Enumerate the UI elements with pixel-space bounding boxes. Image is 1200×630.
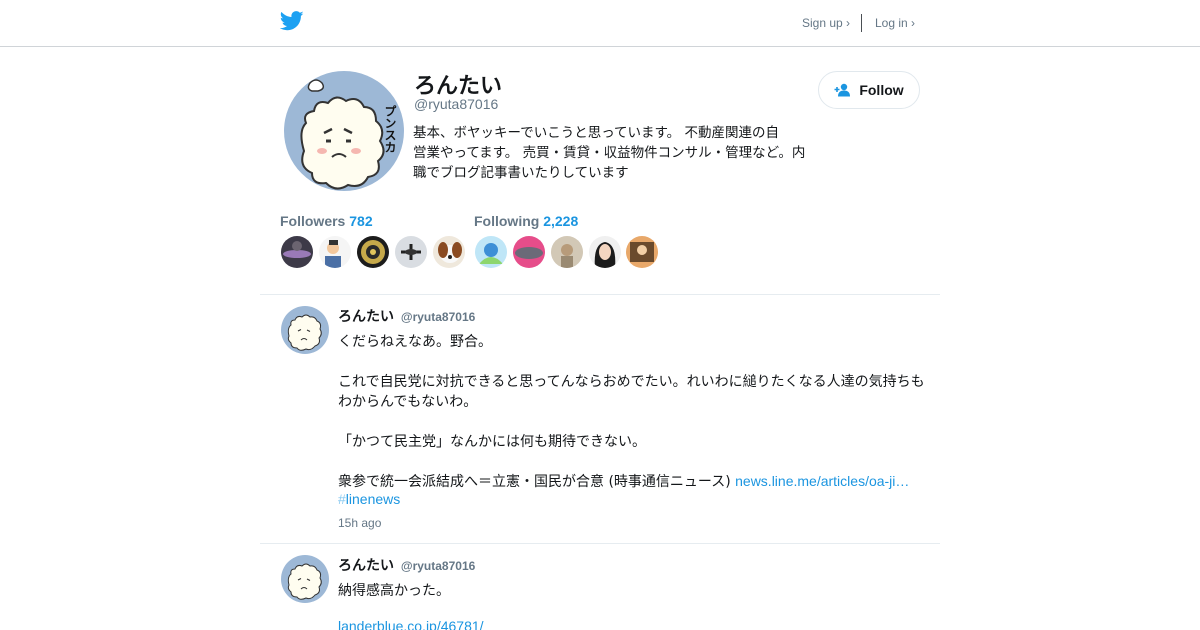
tweet-author-avatar[interactable] [281,306,329,354]
tweet-text-segment: 衆参で統一会派結成へ＝立憲・国民が合意 (時事通信ニュース) [338,474,736,490]
tweet-text-line: わからんでもないわ。 [338,394,478,410]
profile-bio: 基本、ボヤッキーでいこうと思っています。 不動産関連の自 営業やってます。 売買… [413,123,833,183]
following-avatar[interactable] [626,236,658,268]
following-avatar[interactable] [551,236,583,268]
tweet-link-line: landerblue.co.jp/46781/ [338,618,484,630]
hashtag-text: linenews [345,491,401,507]
bio-line: 営業やってます。 売買・賃貸・収益物件コンサル・管理など。内 [413,145,806,161]
follower-avatar[interactable] [357,236,389,268]
tweet-text-line: 「かつて民主党」なんかには何も期待できない。 [338,434,646,450]
tweet-hashtag-line: #linenews [338,491,400,508]
follower-avatar[interactable] [395,236,427,268]
tweet-text-line: これで自民党に対抗できると思ってんならおめでたい。れいわに縋りたくなる人達の気持… [338,374,925,390]
follow-button[interactable]: Follow [818,71,920,109]
tweet-text-line: 衆参で統一会派結成へ＝立憲・国民が合意 (時事通信ニュース) news.line… [338,471,909,491]
tweet-author-handle: @ryuta87016 [400,310,476,324]
tweet-timestamp[interactable]: 15h ago [338,516,381,530]
follow-label: Follow [859,82,904,98]
twitter-bird-icon[interactable] [280,11,304,31]
following-avatar[interactable] [589,236,621,268]
avatar-text: プンスカ [383,105,397,153]
tweet-author[interactable]: ろんたい @ryuta87016 [338,555,475,575]
tweet-text-line: 納得感高かった。 [338,583,450,599]
hashtag-link[interactable]: #linenews [338,491,400,507]
tweet-author-handle: @ryuta87016 [400,559,476,573]
followers-label: Followers [280,213,346,229]
tweet-text-line: くだらねえなあ。野合。 [338,334,492,350]
following-stat[interactable]: Following 2,228 [474,213,578,229]
topbar-divider [861,14,862,32]
divider [260,294,940,295]
tweet-link[interactable]: news.line.me/articles/oa-ji… [735,473,909,489]
tweet-author[interactable]: ろんたい @ryuta87016 [338,306,475,326]
profile-avatar[interactable]: プンスカ [284,71,404,191]
bio-line: 職でブログ記事書いたりしています [413,165,629,181]
tweet-author-name: ろんたい [338,309,394,325]
bio-line: 基本、ボヤッキーでいこうと思っています。 不動産関連の自 [413,125,779,141]
follower-avatar[interactable] [281,236,313,268]
top-bar: Sign up › Log in › [0,0,1200,47]
following-avatar[interactable] [513,236,545,268]
follower-avatar[interactable] [319,236,351,268]
sign-up-link[interactable]: Sign up › [802,16,850,30]
tweet-author-name: ろんたい [338,558,394,574]
follower-avatar[interactable] [433,236,465,268]
tweet-link[interactable]: landerblue.co.jp/46781/ [338,618,484,630]
following-label: Following [474,213,540,229]
following-count: 2,228 [543,213,579,229]
divider [260,543,940,544]
following-avatar[interactable] [475,236,507,268]
tweet-author-avatar[interactable] [281,555,329,603]
add-user-icon [834,83,851,97]
hashtag-mark: # [338,491,346,507]
followers-count: 782 [349,213,373,229]
followers-stat[interactable]: Followers 782 [280,213,373,229]
profile-handle: @ryuta87016 [414,96,499,112]
log-in-link[interactable]: Log in › [875,16,915,30]
